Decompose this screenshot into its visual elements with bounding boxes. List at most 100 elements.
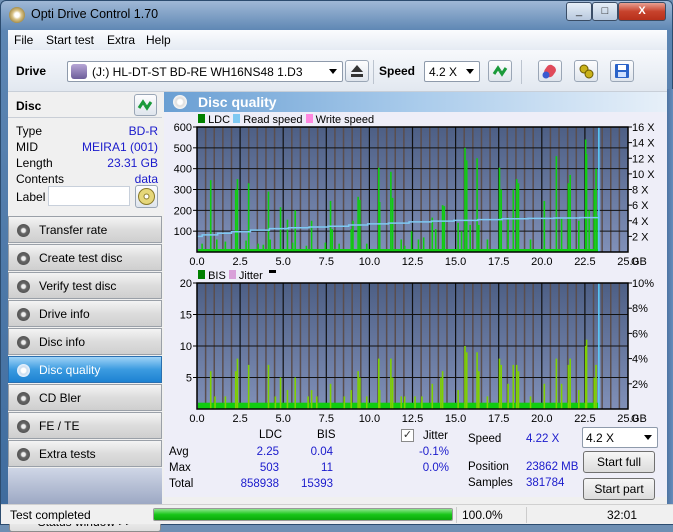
menu-start-test[interactable]: Start test [46, 33, 94, 47]
refresh-icon [137, 99, 153, 111]
info-key: Contents [16, 172, 65, 186]
info-key: Length [16, 156, 53, 170]
nav-label: Drive info [39, 307, 90, 321]
nav-label: Disc quality [39, 363, 101, 377]
nav-label: FE / TE [39, 419, 80, 433]
eject-icon [351, 65, 363, 77]
samples-value: 381784 [526, 477, 565, 489]
menu-extra[interactable]: Extra [107, 33, 135, 47]
label-input[interactable] [48, 186, 130, 206]
info-key: Type [16, 124, 43, 138]
save-button[interactable] [610, 60, 634, 82]
jitter-legend-swatch [228, 270, 236, 279]
jitter-checkbox[interactable]: ✓ [401, 429, 414, 442]
test-speed-value: 4.2 X [586, 431, 615, 445]
settings-button[interactable] [574, 60, 598, 82]
right-edge [667, 89, 673, 504]
menu-file[interactable]: File [14, 33, 33, 47]
row-avg-label: Avg [169, 446, 189, 458]
status-text: Test completed [10, 508, 91, 522]
disc-icon [17, 448, 30, 461]
drive-label: Drive [16, 64, 47, 78]
app-disc-icon [9, 7, 25, 23]
disc-icon [17, 336, 30, 349]
chevron-down-icon [466, 69, 474, 74]
window-title: Opti Drive Control 1.70 [31, 7, 159, 21]
nav-fe-te[interactable]: FE / TE [8, 412, 162, 439]
row-total-label: Total [169, 478, 194, 490]
nav-extra-tests[interactable]: Extra tests [8, 440, 162, 467]
bis-legend-swatch [198, 270, 205, 279]
close-button[interactable]: X [618, 2, 666, 21]
info-value: 23.31 GB [107, 156, 158, 170]
legend-jitter: Jitter [238, 270, 263, 282]
info-value: MEIRA1 (001) [81, 140, 158, 154]
nav-disc-quality[interactable]: Disc quality [8, 356, 162, 383]
avg-bis: 0.04 [310, 446, 333, 458]
status-divider [456, 507, 457, 523]
disc-info-row: Type BD-R [16, 124, 158, 140]
nav-label: Extra tests [39, 447, 96, 461]
start-part-button[interactable]: Start part [583, 478, 655, 500]
legend-ldc: LDC [208, 114, 231, 126]
elapsed-time: 32:01 [607, 508, 638, 522]
maximize-button[interactable]: □ [592, 2, 618, 21]
write-speed-legend-swatch [305, 114, 313, 123]
left-panel: Disc Type BD-R MID MEIRA1 (001) Length 23.3… [8, 92, 162, 532]
save-icon [615, 64, 629, 78]
nav-filler [8, 468, 162, 506]
nav-cd-bler[interactable]: CD Bler [8, 384, 162, 411]
nav-transfer-rate[interactable]: Transfer rate [8, 216, 162, 243]
row-max-label: Max [169, 462, 191, 474]
panel-header: Disc quality [164, 92, 667, 112]
toolbar: Drive (J:) HL-DT-ST BD-RE WH16NS48 1.D3 … [8, 50, 667, 92]
nav-create-test-disc[interactable]: Create test disc [8, 244, 162, 271]
disc-title: Disc [16, 99, 42, 113]
col-bis-header: BIS [317, 429, 336, 441]
start-full-button[interactable]: Start full [583, 451, 655, 473]
max-bis: 11 [321, 462, 333, 474]
chevron-down-icon [329, 69, 337, 74]
refresh-button[interactable] [488, 60, 512, 82]
chevron-down-icon [644, 435, 652, 440]
disc-icon [138, 188, 155, 205]
nav-label: Transfer rate [39, 223, 108, 237]
col-jitter-header: Jitter [423, 430, 448, 442]
progress-text: 100.0% [462, 508, 503, 522]
erase-button[interactable] [538, 60, 562, 82]
nav-label: Verify test disc [39, 279, 117, 293]
disc-info-row: Length 23.31 GB [16, 156, 158, 172]
avg-jitter: -0.1% [418, 446, 449, 458]
disc-icon [17, 308, 30, 321]
drive-icon [71, 64, 87, 79]
col-ldc-header: LDC [259, 429, 283, 441]
nav-label: Disc info [39, 335, 86, 349]
speed-stat-label: Speed [468, 433, 502, 445]
drive-value: (J:) HL-DT-ST BD-RE WH16NS48 1.D3 [92, 65, 303, 79]
label-disc-button[interactable] [135, 185, 158, 208]
menu-help[interactable]: Help [146, 33, 171, 47]
minimize-button[interactable]: _ [566, 2, 592, 21]
legend-write-speed: Write speed [315, 114, 375, 126]
drive-select[interactable]: (J:) HL-DT-ST BD-RE WH16NS48 1.D3 [67, 61, 343, 82]
disc-icon [17, 252, 30, 265]
read-speed-legend-swatch [233, 114, 241, 123]
nav-verify-test-disc[interactable]: Verify test disc [8, 272, 162, 299]
speed-select[interactable]: 4.2 X [424, 61, 480, 82]
disc-icon [17, 420, 30, 433]
nav-disc-info[interactable]: Disc info [8, 328, 162, 355]
eject-button[interactable] [345, 60, 369, 82]
legend-bis: BIS [208, 270, 226, 282]
disc-icon [17, 224, 30, 237]
samples-label: Samples [468, 477, 513, 489]
label-key: Label [16, 190, 46, 204]
disc-refresh-button[interactable] [134, 94, 157, 116]
refresh-icon [492, 65, 508, 77]
title-bar: Opti Drive Control 1.70 _ □ X [1, 1, 672, 29]
status-divider [526, 507, 527, 523]
toolbar-separator [521, 60, 522, 84]
progress-fill [154, 509, 452, 520]
panel-title: Disc quality [198, 94, 277, 110]
nav-drive-info[interactable]: Drive info [8, 300, 162, 327]
test-speed-select[interactable]: 4.2 X [582, 427, 658, 448]
